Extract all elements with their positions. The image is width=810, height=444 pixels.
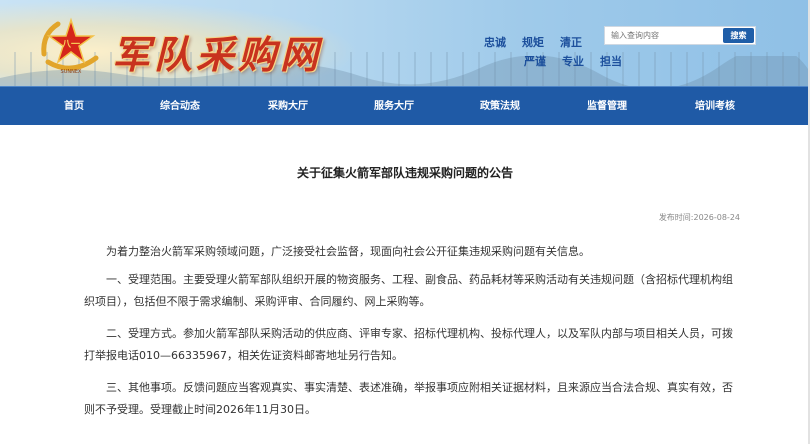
main-nav: 首页 综合动态 采购大厅 服务大厅 政策法规 监督管理 培训考核 — [0, 86, 810, 125]
svg-text:SUNNEX: SUNNEX — [61, 69, 82, 75]
nav-item-news[interactable]: 综合动态 — [140, 87, 220, 126]
nav-item-home[interactable]: 首页 — [34, 87, 114, 126]
search-button[interactable]: 搜索 — [723, 28, 754, 43]
search-input[interactable] — [605, 27, 717, 44]
publish-date: 发布时间:2026-08-24 — [658, 213, 740, 222]
motto-word: 担当 — [600, 55, 622, 68]
nav-item-policy[interactable]: 政策法规 — [460, 87, 540, 126]
motto-word: 严谨 — [524, 55, 546, 68]
motto-word: 专业 — [562, 55, 584, 68]
header-banner: 八一 SUNNEX 军队采购网 忠诚 规矩 清正 严谨 专业 担当 搜索 — [0, 0, 810, 86]
nav-item-procurement-hall[interactable]: 采购大厅 — [248, 87, 328, 126]
motto-word: 清正 — [560, 36, 582, 49]
search-box: 搜索 — [604, 26, 756, 45]
army-emblem-icon: 八一 SUNNEX — [41, 17, 99, 75]
article-paragraph: 一、受理范围。主要受理火箭军部队组织开展的物资服务、工程、副食品、药品耗材等采购… — [84, 273, 733, 308]
article-paragraph: 三、其他事项。反馈问题应当客观真实、事实清楚、表述准确，举报事项应附相关证据材料… — [84, 381, 733, 416]
article-title: 关于征集火箭军部队违规采购问题的公告 — [296, 166, 513, 180]
site-logo-text[interactable]: 军队采购网 — [112, 24, 322, 79]
motto-word: 忠诚 — [484, 36, 506, 49]
nav-item-service-hall[interactable]: 服务大厅 — [354, 87, 434, 126]
article-paragraph: 为着力整治火箭军采购领域问题，广泛接受社会监督，现面向社会公开征集违规采购问题有… — [106, 245, 590, 258]
article-paragraph: 二、受理方式。参加火箭军部队采购活动的供应商、评审专家、招标代理机构、投标代理人… — [84, 327, 733, 362]
nav-item-supervision[interactable]: 监督管理 — [567, 87, 647, 126]
nav-item-training[interactable]: 培训考核 — [675, 87, 755, 126]
motto-word: 规矩 — [522, 36, 544, 49]
svg-text:八一: 八一 — [61, 39, 80, 50]
